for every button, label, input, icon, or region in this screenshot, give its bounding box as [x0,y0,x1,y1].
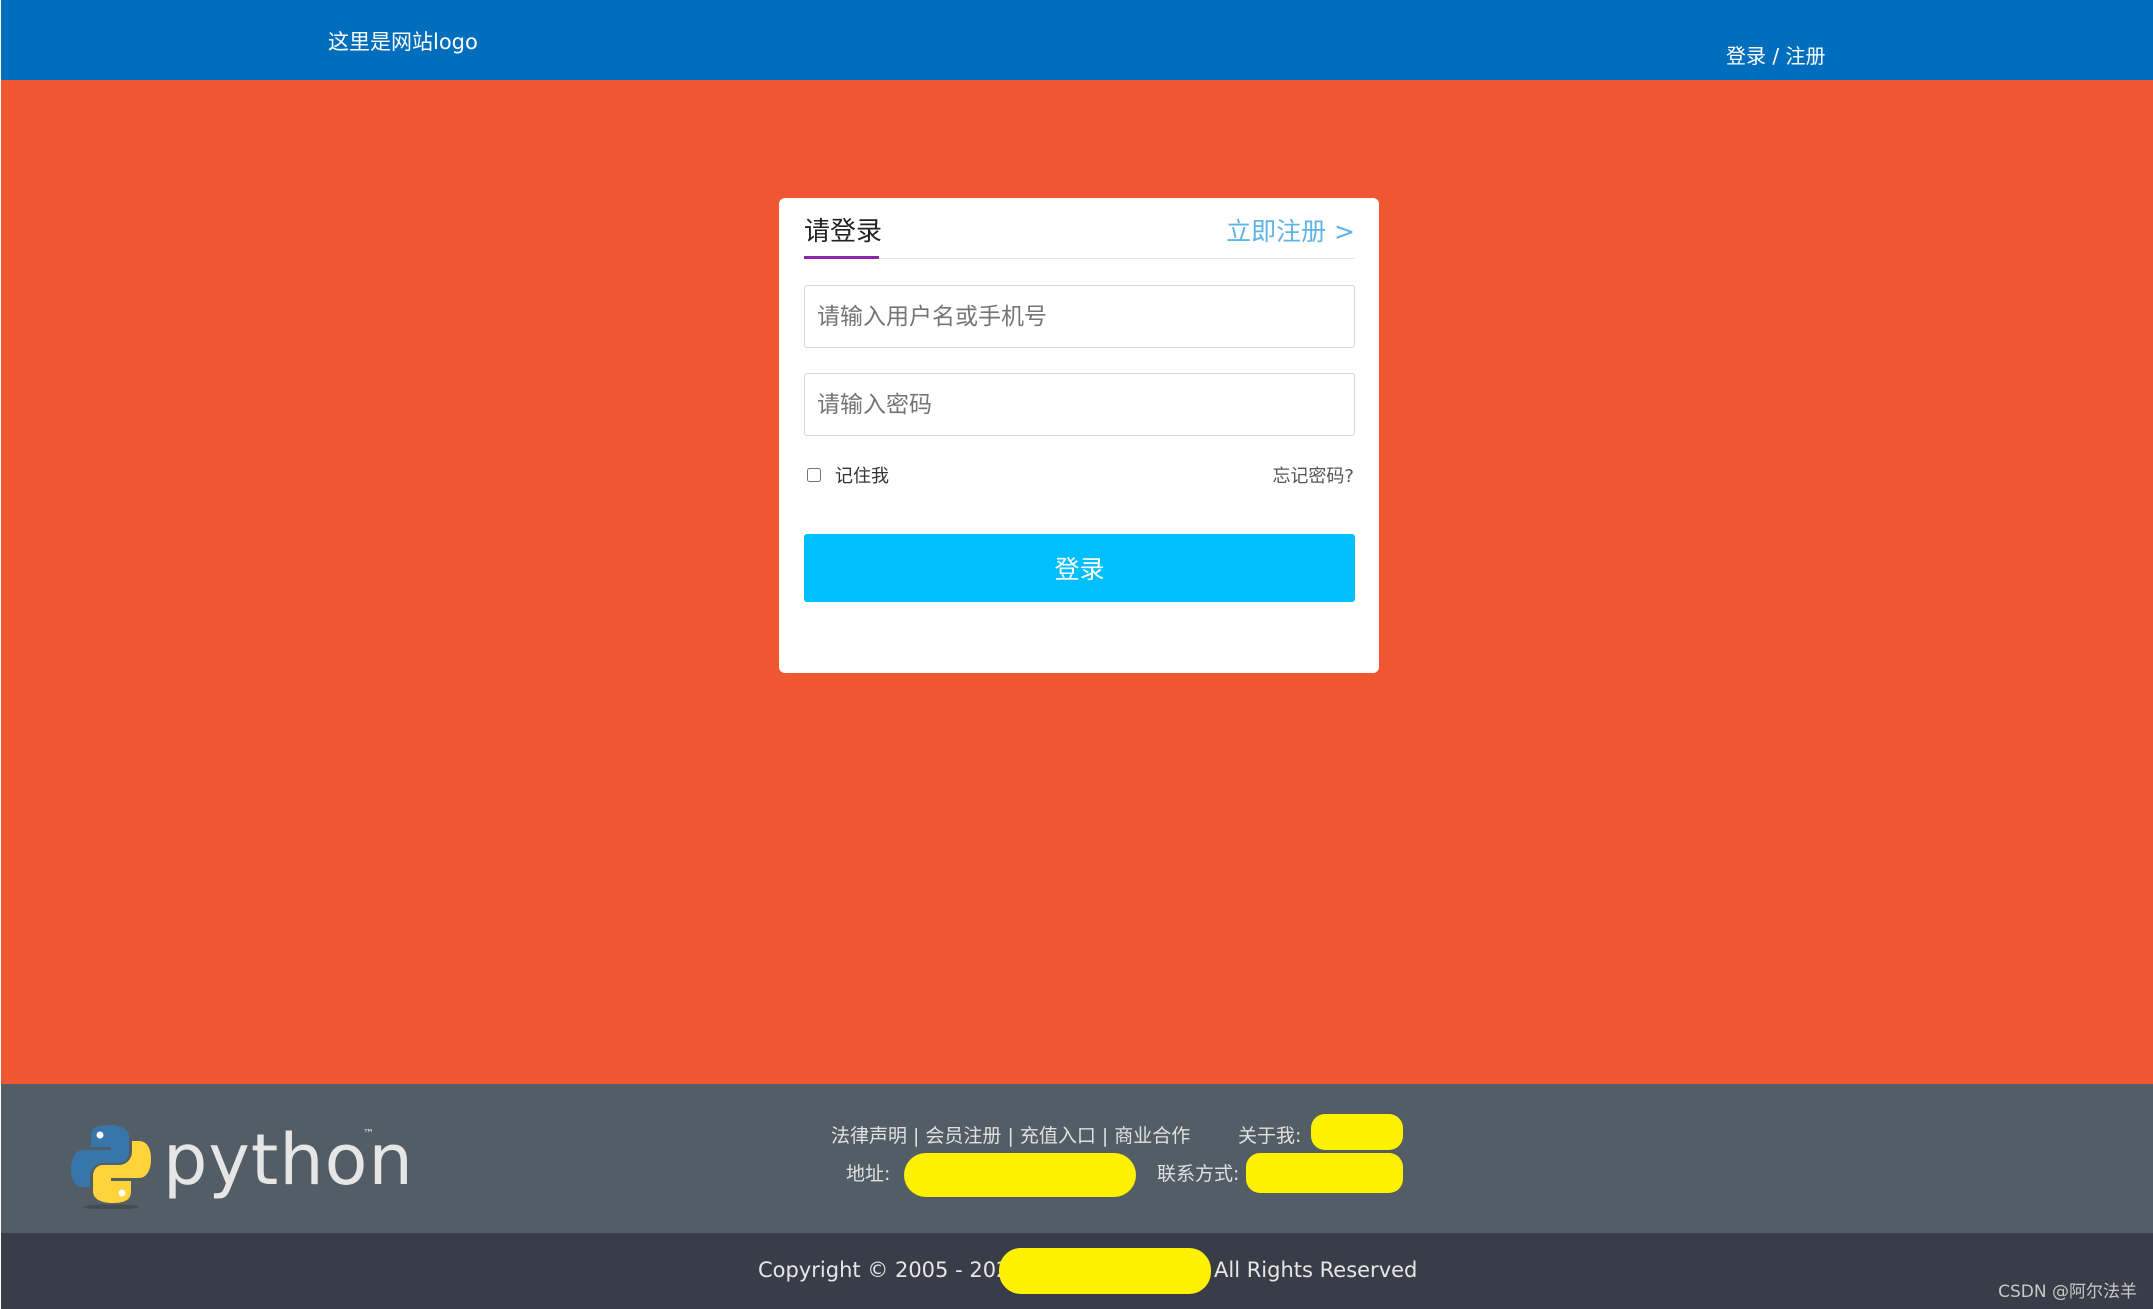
remember-me-checkbox[interactable] [807,468,821,482]
footer-link-member-register[interactable]: 会员注册 [925,1125,1001,1147]
python-trademark: ™ [363,1127,374,1140]
python-wordmark: python [163,1119,414,1201]
main-area: 请登录 立即注册 > 记住我 忘记密码? 登录 [1,80,2153,1084]
site-logo-text[interactable]: 这里是网站logo [328,26,478,56]
footer-links: 法律声明 | 会员注册 | 充值入口 | 商业合作 [831,1121,1190,1148]
footer-link-business[interactable]: 商业合作 [1114,1125,1190,1147]
page: 这里是网站logo 登录 / 注册 请登录 立即注册 > 记住我 忘记密码? 登… [0,0,2153,1309]
forgot-password-link[interactable]: 忘记密码? [1272,462,1354,488]
about-me-label: 关于我: [1238,1125,1302,1147]
python-logo: python ™ [71,1119,413,1210]
username-input[interactable] [804,285,1355,348]
header-auth-links: 登录 / 注册 [1726,40,1825,69]
about-redaction [1311,1114,1403,1150]
copyright-redaction [999,1248,1211,1294]
footer-link-separator: | [1101,1125,1109,1147]
csdn-watermark: CSDN @阿尔法羊 [1998,1282,2137,1302]
login-card: 请登录 立即注册 > 记住我 忘记密码? 登录 [779,198,1379,673]
address-redaction [904,1153,1136,1197]
rights-text: All Rights Reserved [1214,1258,1418,1282]
login-card-tabs: 请登录 立即注册 > [804,214,1355,259]
footer-link-separator: | [913,1125,920,1147]
copyright-text: Copyright © 2005 - 2023 [758,1258,1023,1282]
remember-me[interactable]: 记住我 [807,462,889,488]
header-login-link[interactable]: 登录 [1726,44,1766,68]
top-header: 这里是网站logo 登录 / 注册 [1,0,2153,80]
footer-link-separator: | [1007,1125,1014,1147]
tab-register-link[interactable]: 立即注册 > [1226,214,1355,250]
contact-label: 联系方式: [1157,1163,1240,1185]
footer-link-recharge[interactable]: 充值入口 [1020,1125,1096,1147]
header-register-link[interactable]: 注册 [1785,44,1825,68]
tab-login[interactable]: 请登录 [804,214,882,259]
python-snake-icon [71,1125,151,1210]
footer-link-legal[interactable]: 法律声明 [831,1125,907,1147]
login-button[interactable]: 登录 [804,534,1355,602]
tab-login-underline [804,256,879,259]
footer-info: python ™ 法律声明 | 会员注册 | 充值入口 | 商业合作 关于我: 地址: 联系… [1,1084,2153,1233]
footer-copyright-bar: Copyright © 2005 - 2023 All Rights Reser… [1,1233,2153,1309]
address-label: 地址: [846,1163,891,1185]
header-link-separator: / [1766,44,1786,68]
remember-me-label: 记住我 [835,466,889,487]
password-input[interactable] [804,373,1355,436]
contact-redaction [1246,1153,1403,1193]
